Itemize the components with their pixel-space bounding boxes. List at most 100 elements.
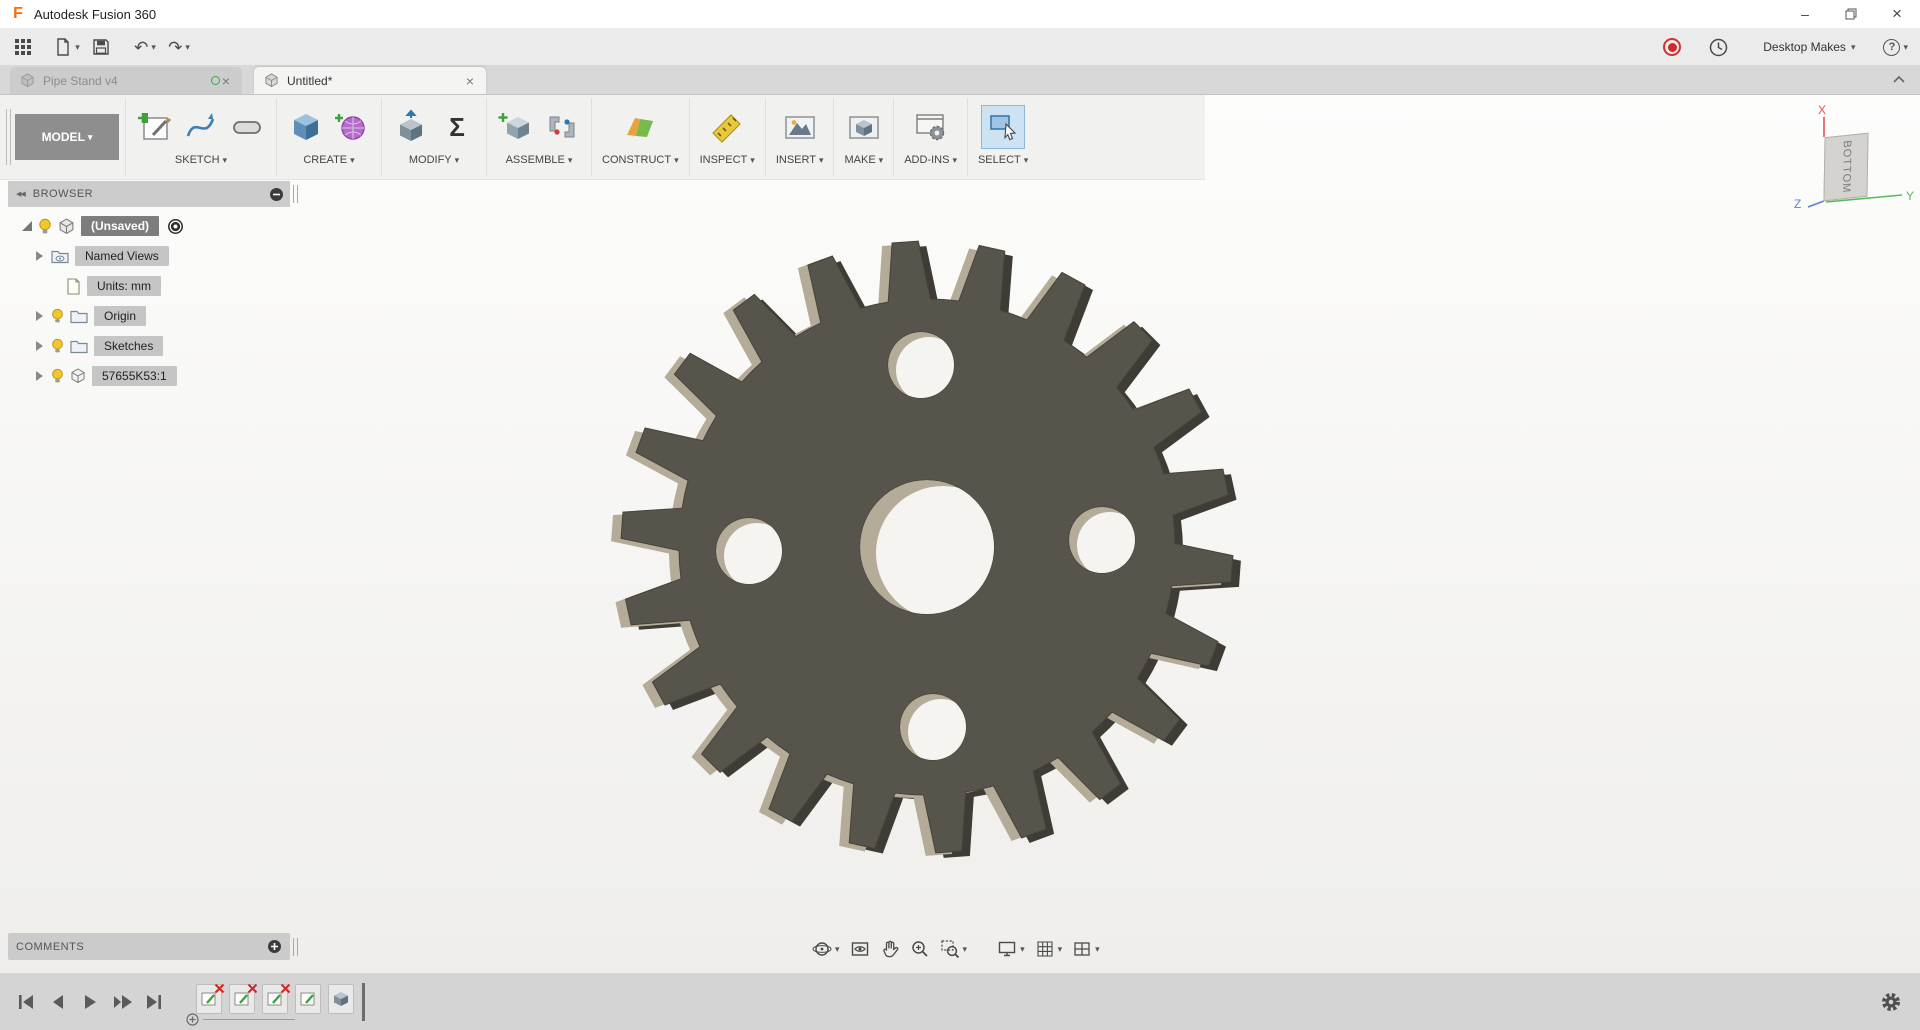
display-settings-button[interactable]: ▾ [993,936,1029,962]
group-dropdown-addins[interactable]: ADD-INS ▾ [904,154,957,166]
tree-item-label[interactable]: Origin [94,306,146,326]
view-cube-face-label[interactable]: BOTTOM [1840,140,1853,194]
zoom-button[interactable] [906,936,934,962]
timeline-zoom-control[interactable] [186,1013,295,1026]
measure-button[interactable] [708,108,746,146]
restore-button[interactable] [1828,0,1874,28]
timeline-feature-sketch[interactable] [196,984,222,1014]
timeline-playhead[interactable] [362,983,365,1021]
grid-snap-button[interactable]: ▾ [1031,936,1067,962]
orbit-button[interactable]: ▾ [808,936,844,962]
group-dropdown-make[interactable]: MAKE ▾ [844,154,883,166]
timeline-feature-sketch[interactable] [295,984,321,1014]
help-menu-button[interactable]: ? ▾ [1859,32,1908,62]
browser-visibility-button[interactable] [269,187,284,202]
tree-row-sketches[interactable]: Sketches [8,331,308,361]
tab-pipe-stand-v4[interactable]: Pipe Stand v4 × [10,67,242,94]
root-document-label[interactable]: (Unsaved) [81,216,159,236]
look-at-button[interactable] [846,936,874,962]
sketch-spline-button[interactable] [182,108,220,146]
tab-close-button[interactable]: × [464,73,476,89]
expand-icon[interactable] [36,341,43,351]
browser-header[interactable]: ◀◀ BROWSER [8,181,290,207]
create-form-button[interactable] [333,108,371,146]
activate-radio-icon[interactable] [167,218,184,235]
collapse-toolbar-button[interactable] [1892,71,1906,89]
workspace-selector[interactable]: MODEL ▾ [15,114,119,160]
screencast-record-button[interactable] [1663,38,1681,56]
job-status-button[interactable] [1703,32,1733,62]
timeline-feature-extrude[interactable] [328,984,354,1014]
add-comment-button[interactable] [267,939,282,954]
tab-close-button[interactable]: × [220,73,232,89]
panel-resize-grip[interactable] [293,185,298,203]
change-parameters-button[interactable]: Σ [438,108,476,146]
sketch-slot-button[interactable] [228,108,266,146]
comments-panel[interactable]: COMMENTS [8,933,290,960]
bulb-icon[interactable] [51,338,64,354]
joint-button[interactable] [543,108,581,146]
extrude-button[interactable] [287,108,325,146]
group-dropdown-create[interactable]: CREATE ▾ [303,154,354,166]
tree-item-label[interactable]: Named Views [75,246,169,266]
modeling-canvas[interactable]: MODEL ▾ [0,95,1920,973]
expand-root-icon[interactable] [22,221,32,231]
timeline-settings-button[interactable] [1880,991,1902,1013]
group-dropdown-insert[interactable]: INSERT ▾ [776,154,824,166]
press-pull-button[interactable] [392,108,430,146]
timeline-feature-sketch[interactable] [229,984,255,1014]
insert-image-button[interactable] [781,108,819,146]
timeline-go-to-end-button[interactable] [138,985,170,1019]
timeline-step-back-button[interactable] [42,985,74,1019]
timeline-zoom-track[interactable] [203,1019,295,1020]
view-cube-face[interactable]: BOTTOM [1823,133,1868,202]
make-3d-print-button[interactable] [845,108,883,146]
tree-item-label[interactable]: 57655K53:1 [92,366,177,386]
pan-button[interactable] [876,936,904,962]
collapse-panel-icon[interactable]: ◀◀ [16,190,25,198]
zoom-window-button[interactable]: ▾ [936,936,972,962]
group-dropdown-assemble[interactable]: ASSEMBLE ▾ [506,154,573,166]
save-button[interactable] [86,32,116,62]
expand-icon[interactable] [36,311,43,321]
group-dropdown-select[interactable]: SELECT ▾ [978,154,1028,166]
app-grid-button[interactable] [8,32,38,62]
view-cube[interactable]: X BOTTOM Y Z [1790,103,1918,228]
tree-item-label[interactable]: Sketches [94,336,163,356]
group-dropdown-sketch[interactable]: SKETCH ▾ [175,154,227,166]
tree-item-label[interactable]: Units: mm [87,276,161,296]
viewports-button[interactable]: ▾ [1068,936,1104,962]
bulb-icon[interactable] [51,368,64,384]
timeline-step-forward-button[interactable] [106,985,138,1019]
bulb-icon[interactable] [38,218,52,235]
panel-resize-grip[interactable] [293,938,298,956]
minimize-button[interactable]: – [1782,0,1828,28]
expand-icon[interactable] [36,371,43,381]
tab-untitled[interactable]: Untitled* × [254,67,486,94]
close-button[interactable]: × [1874,0,1920,28]
tree-row-component[interactable]: 57655K53:1 [8,361,308,391]
redo-button[interactable]: ↷ ▾ [164,32,194,62]
select-button[interactable] [981,105,1025,149]
expand-icon[interactable] [36,251,43,261]
tree-row-origin[interactable]: Origin [8,301,308,331]
desktop-makes-dropdown[interactable]: Desktop Makes ▾ [1737,32,1855,62]
timeline-feature-sketch[interactable] [262,984,288,1014]
toolbar-grip[interactable] [6,109,11,165]
timeline-play-button[interactable] [74,985,106,1019]
tree-row-named-views[interactable]: Named Views [8,241,308,271]
group-dropdown-inspect[interactable]: INSPECT ▾ [700,154,755,166]
group-dropdown-construct[interactable]: CONSTRUCT ▾ [602,154,679,166]
new-component-button[interactable] [497,108,535,146]
create-sketch-button[interactable] [136,108,174,146]
construction-plane-button[interactable] [621,108,659,146]
tree-row-units[interactable]: Units: mm [8,271,308,301]
group-dropdown-modify[interactable]: MODIFY ▾ [409,154,459,166]
bulb-icon[interactable] [51,308,64,324]
scripts-addins-button[interactable] [912,108,950,146]
tree-row-root[interactable]: (Unsaved) [8,211,308,241]
file-menu-button[interactable]: ▾ [52,32,82,62]
caret-down-icon: ▾ [674,155,679,166]
undo-button[interactable]: ↶ ▾ [130,32,160,62]
timeline-go-to-start-button[interactable] [10,985,42,1019]
